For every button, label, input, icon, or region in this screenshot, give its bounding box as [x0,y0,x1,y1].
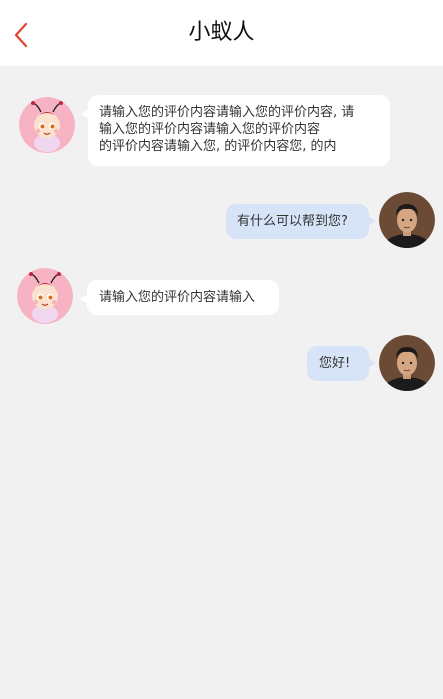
message-text-line: 您好! [319,356,351,371]
message-text-line: 有什么可以帮到您? [237,214,348,229]
message-bubble-received: 请输入您的评价内容请输入您的评价内容, 请 输入您的评价内容请输入您的评价内容 … [81,95,390,166]
header-bar: 小蚁人 [0,0,443,66]
user-photo-avatar[interactable] [379,192,435,248]
message-text-line: 请输入您的评价内容请输入您的评价内容, 请 [99,105,355,120]
message-bubble-received: 请输入您的评价内容请输入 [80,280,279,315]
ant-mascot-avatar[interactable] [17,268,73,324]
message-text-line: 输入您的评价内容请输入您的评价内容 [99,122,321,137]
message-bubble-sent: 您好! [307,346,376,381]
message-text-line: 的评价内容请输入您, 的评价内容您, 的内 [99,139,337,154]
user-photo-avatar[interactable] [379,335,435,391]
message-bubble-sent: 有什么可以帮到您? [226,204,376,239]
ant-mascot-avatar[interactable] [19,97,75,153]
message-text-line: 请输入您的评价内容请输入 [99,290,256,305]
page-title: 小蚁人 [188,20,255,45]
